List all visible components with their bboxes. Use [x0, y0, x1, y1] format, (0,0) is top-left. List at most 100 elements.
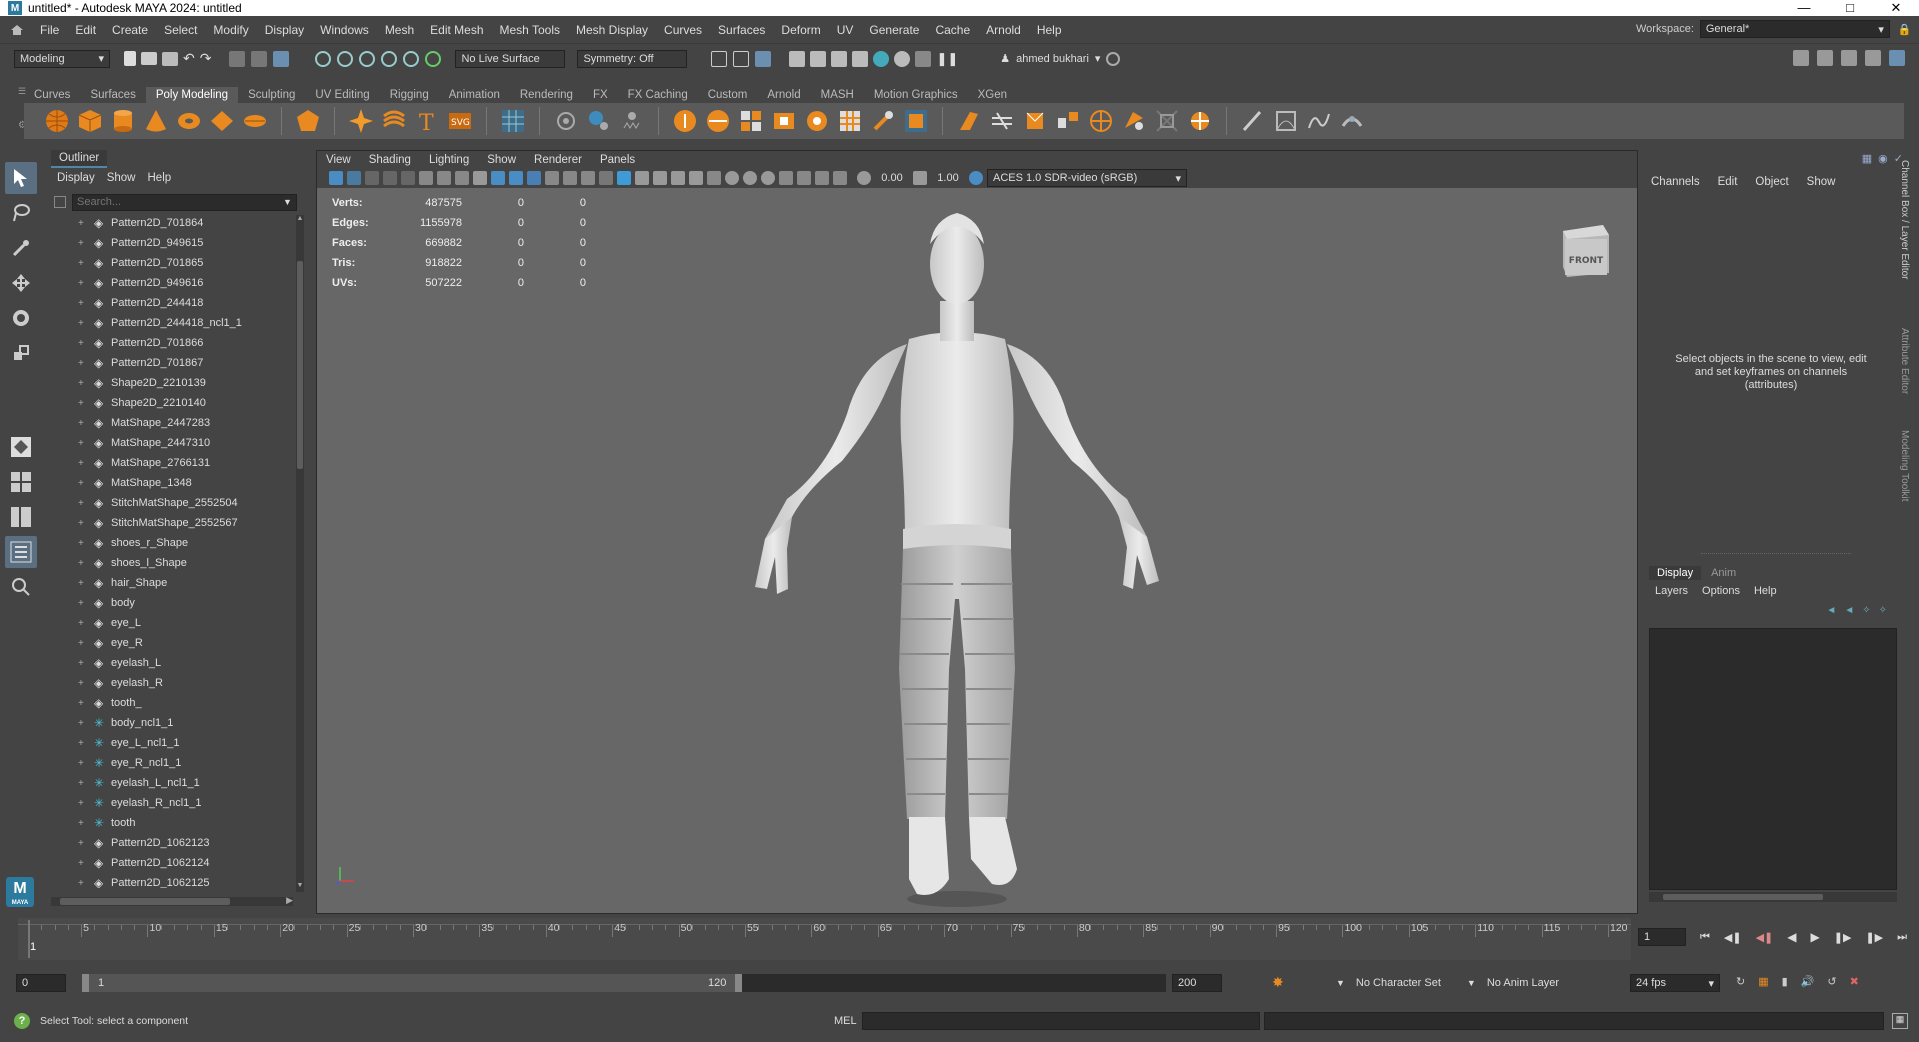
menu-display[interactable]: Display: [257, 23, 312, 37]
scale-tool-icon[interactable]: [5, 337, 37, 369]
camera-lock-icon[interactable]: [437, 171, 451, 185]
layer-menu-options[interactable]: Options: [1702, 585, 1740, 597]
move-tool-icon[interactable]: [5, 267, 37, 299]
cv-curve-icon[interactable]: [1273, 108, 1299, 134]
render-settings-icon[interactable]: [852, 50, 869, 67]
textured-icon[interactable]: [653, 171, 667, 185]
color-management-icon[interactable]: [969, 171, 983, 185]
view-cube[interactable]: FRONT: [1553, 221, 1613, 283]
reduce-icon[interactable]: [1055, 108, 1081, 134]
layer-editor-toggle-icon[interactable]: [1889, 50, 1905, 66]
viewport-menu-lighting[interactable]: Lighting: [420, 154, 478, 166]
hypershade-icon[interactable]: [873, 50, 890, 67]
attribute-editor-icon[interactable]: [1817, 50, 1833, 66]
exposure-icon[interactable]: [857, 171, 871, 185]
undo-icon[interactable]: ↶: [183, 50, 195, 67]
poly-cylinder-icon[interactable]: [110, 108, 136, 134]
viewport-menu-renderer[interactable]: Renderer: [525, 154, 591, 166]
menu-modify[interactable]: Modify: [205, 23, 256, 37]
weld-icon[interactable]: [870, 108, 896, 134]
outliner-menu-display[interactable]: Display: [51, 172, 101, 184]
tab-uv-editing[interactable]: UV Editing: [305, 87, 379, 103]
menu-select[interactable]: Select: [156, 23, 205, 37]
menu-arnold[interactable]: Arnold: [978, 23, 1029, 37]
expand-icon[interactable]: +: [78, 378, 86, 389]
expand-icon[interactable]: +: [78, 458, 86, 469]
select-tool-icon[interactable]: [5, 162, 37, 194]
fill-hole-icon[interactable]: [771, 108, 797, 134]
quad-draw-icon[interactable]: [1022, 108, 1048, 134]
character-model[interactable]: [687, 199, 1227, 919]
outliner-layout-icon[interactable]: [5, 536, 37, 568]
bookmark-timeline-icon[interactable]: ▮: [1782, 975, 1788, 988]
output-ops-icon[interactable]: [733, 50, 750, 67]
tab-curves[interactable]: Curves: [24, 87, 80, 103]
construction-history-icon[interactable]: [755, 50, 772, 67]
outliner-item[interactable]: + ◈ shoes_r_Shape: [78, 533, 308, 553]
expand-icon[interactable]: +: [78, 838, 86, 849]
xray-icon[interactable]: [743, 171, 757, 185]
outliner-search-input[interactable]: [72, 193, 297, 211]
script-editor-icon[interactable]: ▦: [1892, 1013, 1908, 1029]
viewport-menu-panels[interactable]: Panels: [591, 154, 644, 166]
connect-icon[interactable]: [903, 108, 929, 134]
expand-icon[interactable]: +: [78, 478, 86, 489]
range-end-handle[interactable]: [735, 974, 742, 992]
new-layer-icon[interactable]: ✧: [1879, 605, 1887, 616]
soft-select-icon[interactable]: [1154, 108, 1180, 134]
search-icon[interactable]: [5, 571, 37, 603]
expand-icon[interactable]: +: [78, 818, 86, 829]
outliner-menu-help[interactable]: Help: [142, 172, 178, 184]
tab-xgen[interactable]: XGen: [968, 87, 1017, 103]
channels-menu-show[interactable]: Show: [1807, 176, 1836, 188]
select-object-icon[interactable]: [251, 50, 268, 67]
smooth-shade-icon[interactable]: [617, 171, 631, 185]
snap-view-icon[interactable]: [381, 50, 398, 67]
outliner-item[interactable]: + ◈ eye_R: [78, 633, 308, 653]
go-to-start-icon[interactable]: ⏮: [1700, 931, 1710, 944]
exposure-value[interactable]: 0.00: [875, 172, 909, 184]
chevron-down-icon[interactable]: ▼: [1336, 978, 1345, 988]
expand-icon[interactable]: +: [78, 738, 86, 749]
expand-icon[interactable]: +: [78, 278, 86, 289]
expand-icon[interactable]: +: [78, 878, 86, 889]
anim-layer-dropdown[interactable]: No Anim Layer: [1481, 974, 1592, 992]
boolean-icon[interactable]: [989, 108, 1015, 134]
outliner-item[interactable]: + ◈ MatShape_1348: [78, 473, 308, 493]
scroll-right-icon[interactable]: ▶: [286, 895, 293, 906]
layer-menu-help[interactable]: Help: [1754, 585, 1777, 597]
extrude-icon[interactable]: [672, 108, 698, 134]
chevron-down-icon[interactable]: ▼: [283, 197, 292, 207]
outliner-item[interactable]: + ◈ StitchMatShape_2552504: [78, 493, 308, 513]
single-perspective-layout-icon[interactable]: [5, 431, 37, 463]
tab-poly-modeling[interactable]: Poly Modeling: [145, 87, 239, 103]
isolate-select-icon[interactable]: [725, 171, 739, 185]
outliner-item[interactable]: + ✳ eye_L_ncl1_1: [78, 733, 308, 753]
depth-of-field-icon[interactable]: [833, 171, 847, 185]
outliner-item[interactable]: + ◈ hair_Shape: [78, 573, 308, 593]
expand-icon[interactable]: +: [78, 418, 86, 429]
outliner-item[interactable]: + ◈ StitchMatShape_2552567: [78, 513, 308, 533]
channel-box-icon[interactable]: [1865, 50, 1881, 66]
tab-surfaces[interactable]: Surfaces: [80, 87, 145, 103]
character-set-dropdown[interactable]: No Character Set: [1350, 974, 1461, 992]
expand-icon[interactable]: +: [78, 678, 86, 689]
symmetry-dropdown[interactable]: Symmetry: Off: [577, 49, 688, 68]
outliner-item[interactable]: + ◈ eye_L: [78, 613, 308, 633]
outliner-item[interactable]: + ◈ body: [78, 593, 308, 613]
tab-animation[interactable]: Animation: [439, 87, 510, 103]
make-live-icon[interactable]: [425, 50, 442, 67]
gamma-icon[interactable]: [913, 171, 927, 185]
cache-playback-icon[interactable]: ▦: [1758, 975, 1768, 988]
menu-edit[interactable]: Edit: [67, 23, 104, 37]
backface-culling-icon[interactable]: [779, 171, 793, 185]
expand-icon[interactable]: +: [78, 498, 86, 509]
range-slider-handle-bar[interactable]: [82, 974, 742, 992]
step-back-frame-icon[interactable]: ◀❚: [1724, 931, 1742, 944]
poly-disc-icon[interactable]: [242, 108, 268, 134]
move-layer-down-icon[interactable]: ◄: [1844, 605, 1854, 616]
wireframe-icon[interactable]: [599, 171, 613, 185]
outliner-item[interactable]: + ◈ Pattern2D_949616: [78, 273, 308, 293]
menu-uv[interactable]: UV: [829, 23, 862, 37]
viewport-menu-view[interactable]: View: [317, 154, 360, 166]
